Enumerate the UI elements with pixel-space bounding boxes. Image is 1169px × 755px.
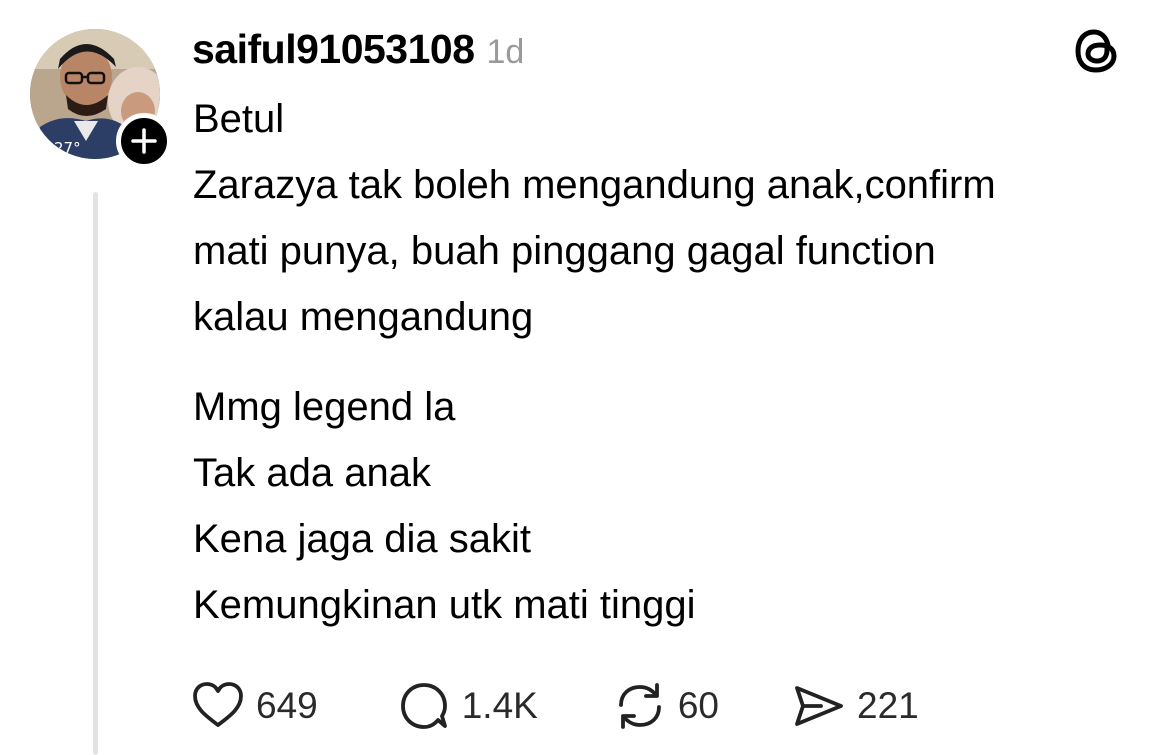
post-text-line: Betul [193,97,285,141]
post-text-line: Tak ada anak [193,451,431,495]
username[interactable]: saiful91053108 [192,26,475,73]
post-actions: 649 1.4K 60 221 [190,678,919,734]
post-text-line: Kena jaga dia sakit [193,517,532,561]
like-count: 649 [256,685,318,726]
post-time: 1d [486,33,525,71]
speech-bubble-icon [400,683,447,729]
thread-line [93,192,98,755]
post-text-line: mati punya, buah pinggang gagal function [193,229,936,273]
reply-button[interactable]: 1.4K [396,678,538,734]
plus-icon [131,128,157,154]
send-icon [795,686,843,726]
avatar-badge-text: 27° [54,139,81,157]
avatar-container[interactable]: 27° [30,29,172,169]
share-count: 221 [857,685,919,726]
follow-button[interactable] [116,113,172,169]
post-paragraph-1: Betul Zarazya tak boleh mengandung anak,… [193,86,996,350]
repost-button[interactable]: 60 [612,678,719,734]
threads-logo-icon[interactable] [1072,26,1122,76]
share-button[interactable]: 221 [791,678,919,734]
post-header: saiful91053108 1d [192,26,524,76]
reply-count: 1.4K [461,685,538,726]
heart-icon [193,682,243,727]
repost-count: 60 [677,685,720,726]
post-text-line: kalau mengandung [193,295,534,339]
post-paragraph-2: Mmg legend la Tak ada anak Kena jaga dia… [193,374,696,638]
post-text-line: Zarazya tak boleh mengandung anak,confir… [193,163,996,207]
post-text-line: Mmg legend la [193,385,456,429]
post-text-line: Kemungkinan utk mati tinggi [193,583,696,627]
repost-icon [618,683,661,729]
like-button[interactable]: 649 [190,678,318,734]
